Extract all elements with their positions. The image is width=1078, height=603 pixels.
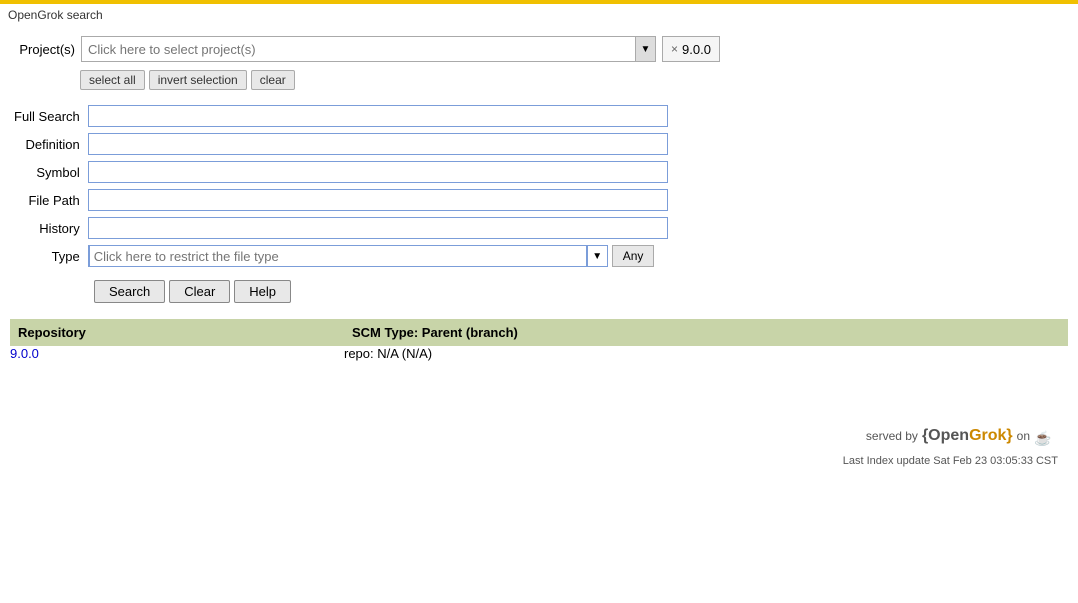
symbol-cell: [84, 158, 1068, 186]
full-search-input[interactable]: [88, 105, 668, 127]
definition-input[interactable]: [88, 133, 668, 155]
title-bar: OpenGrok search: [0, 4, 1078, 26]
scm-col-header: SCM Type: Parent (branch): [344, 319, 1068, 346]
repo-tbody: 9.0.0 repo: N/A (N/A): [10, 346, 1068, 361]
clear-selection-button[interactable]: clear: [251, 70, 295, 90]
type-cell: ▼ Any: [84, 242, 1068, 270]
symbol-input[interactable]: [88, 161, 668, 183]
main-content: Project(s) ▼ × 9.0.0 select all invert s…: [0, 26, 1078, 361]
last-index-text: Last Index update Sat Feb 23 03:05:33 CS…: [843, 455, 1058, 467]
footer-update: Last Index update Sat Feb 23 03:05:33 CS…: [0, 455, 1058, 467]
file-path-row: File Path: [10, 186, 1068, 214]
project-label: Project(s): [10, 42, 75, 57]
repo-link[interactable]: 9.0.0: [10, 346, 39, 361]
type-input-row: ▼ Any: [88, 245, 1064, 267]
select-all-button[interactable]: select all: [80, 70, 145, 90]
brand-name: {OpenGrok}: [922, 427, 1013, 445]
type-select-wrapper[interactable]: ▼: [88, 245, 608, 267]
repo-header-row: Repository SCM Type: Parent (branch): [10, 319, 1068, 346]
footer: served by {OpenGrok} on ☕ Last Index upd…: [0, 421, 1078, 477]
type-row: Type ▼ Any: [10, 242, 1068, 270]
search-button[interactable]: Search: [94, 280, 165, 303]
repo-cell: 9.0.0: [10, 346, 344, 361]
java-icon: ☕: [1034, 421, 1058, 451]
repository-table: Repository SCM Type: Parent (branch) 9.0…: [10, 319, 1068, 361]
version-badge: × 9.0.0: [662, 36, 720, 62]
version-number: 9.0.0: [682, 42, 711, 57]
clear-button[interactable]: Clear: [169, 280, 230, 303]
symbol-label: Symbol: [10, 158, 84, 186]
file-path-label: File Path: [10, 186, 84, 214]
project-select-wrapper[interactable]: ▼: [81, 36, 656, 62]
symbol-row: Symbol: [10, 158, 1068, 186]
help-button[interactable]: Help: [234, 280, 291, 303]
search-form: Full Search Definition Symbol File Path …: [10, 102, 1068, 270]
project-select-input[interactable]: [82, 40, 635, 59]
project-dropdown-arrow[interactable]: ▼: [635, 37, 655, 61]
history-cell: [84, 214, 1068, 242]
file-path-input[interactable]: [88, 189, 668, 211]
table-row: 9.0.0 repo: N/A (N/A): [10, 346, 1068, 361]
page-title: OpenGrok search: [8, 8, 103, 22]
history-row: History: [10, 214, 1068, 242]
brand-open: {Open: [922, 427, 969, 444]
full-search-cell: [84, 102, 1068, 130]
action-buttons: Search Clear Help: [94, 280, 1068, 303]
any-badge: Any: [612, 245, 655, 267]
history-input[interactable]: [88, 217, 668, 239]
full-search-label: Full Search: [10, 102, 84, 130]
type-label: Type: [10, 242, 84, 270]
repo-col-header: Repository: [10, 319, 344, 346]
project-row: Project(s) ▼ × 9.0.0: [10, 36, 1068, 62]
selection-buttons: select all invert selection clear: [80, 70, 1068, 90]
history-label: History: [10, 214, 84, 242]
served-by-text: served by: [866, 429, 918, 443]
definition-row: Definition: [10, 130, 1068, 158]
type-dropdown-arrow[interactable]: ▼: [587, 246, 607, 266]
svg-text:☕: ☕: [1034, 429, 1051, 447]
scm-cell: repo: N/A (N/A): [344, 346, 1068, 361]
definition-label: Definition: [10, 130, 84, 158]
on-text: on: [1017, 429, 1030, 443]
file-path-cell: [84, 186, 1068, 214]
version-x-icon: ×: [671, 42, 678, 56]
brand-grok: Grok}: [969, 427, 1013, 444]
footer-brand: served by {OpenGrok} on ☕: [0, 421, 1058, 451]
invert-selection-button[interactable]: invert selection: [149, 70, 247, 90]
full-search-row: Full Search: [10, 102, 1068, 130]
type-select-input[interactable]: [89, 245, 587, 267]
definition-cell: [84, 130, 1068, 158]
